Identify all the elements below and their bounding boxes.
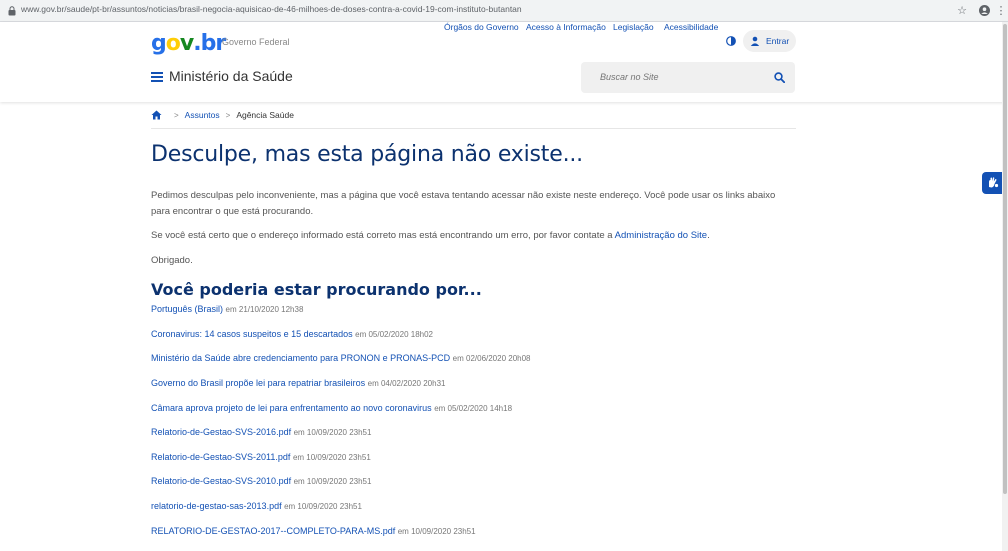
governo-federal-label: Governo Federal: [222, 37, 290, 47]
list-item: Relatorio-de-Gestao-SVS-2010.pdf em 10/0…: [151, 476, 371, 486]
contact-suffix: .: [707, 230, 710, 241]
result-date: em 10/09/2020 23h51: [284, 502, 362, 511]
site-header: gov.br Governo Federal Órgãos do Governo…: [0, 22, 1008, 102]
suggestions-heading: Você poderia estar procurando por...: [151, 280, 482, 299]
vlibras-accessibility-button[interactable]: [982, 172, 1004, 194]
link-acesso-informacao[interactable]: Acesso à Informação: [526, 22, 606, 32]
scrollbar-thumb[interactable]: [1003, 24, 1007, 494]
list-item: Português (Brasil) em 21/10/2020 12h38: [151, 304, 303, 314]
breadcrumb-agencia-saude: Agência Saúde: [236, 110, 294, 120]
result-link[interactable]: Relatorio-de-Gestao-SVS-2010.pdf: [151, 476, 291, 486]
result-link[interactable]: Governo do Brasil propõe lei para repatr…: [151, 378, 365, 388]
result-date: em 10/09/2020 23h51: [292, 453, 371, 462]
breadcrumb-assuntos[interactable]: Assuntos: [185, 110, 220, 120]
apology-paragraph: Pedimos desculpas pelo inconveniente, ma…: [151, 190, 776, 217]
result-date: em 10/09/2020 23h51: [293, 477, 372, 486]
sign-language-hands-icon: [989, 177, 999, 188]
link-legislacao[interactable]: Legislação: [613, 22, 654, 32]
result-link[interactable]: Ministério da Saúde abre credenciamento …: [151, 353, 450, 363]
result-date: em 05/02/2020 14h18: [434, 404, 513, 413]
divider: [151, 128, 796, 129]
result-link[interactable]: Relatorio-de-Gestao-SVS-2016.pdf: [151, 427, 291, 437]
list-item: Ministério da Saúde abre credenciamento …: [151, 353, 531, 363]
user-icon: [750, 36, 760, 46]
result-date: em 21/10/2020 12h38: [225, 305, 304, 314]
result-link[interactable]: Coronavirus: 14 casos suspeitos e 15 des…: [151, 329, 353, 339]
site-name[interactable]: Ministério da Saúde: [169, 68, 293, 84]
chevron-right-icon: >: [174, 110, 179, 120]
contrast-icon[interactable]: [726, 36, 736, 46]
result-link[interactable]: relatorio-de-gestao-sas-2013.pdf: [151, 501, 282, 511]
breadcrumb: > Assuntos > Agência Saúde: [151, 109, 294, 121]
govbr-logo[interactable]: gov.br: [151, 31, 226, 56]
url-text[interactable]: www.gov.br/saude/pt-br/assuntos/noticias…: [21, 4, 522, 14]
search-box: [581, 62, 795, 93]
contact-paragraph: Se você está certo que o endereço inform…: [151, 228, 796, 244]
page-title: Desculpe, mas esta página não existe...: [151, 142, 583, 167]
result-date: em 02/06/2020 20h08: [452, 354, 531, 363]
chevron-right-icon: >: [225, 110, 231, 120]
lock-icon: [8, 6, 16, 16]
list-item: Governo do Brasil propõe lei para repatr…: [151, 378, 445, 388]
list-item: Câmara aprova projeto de lei para enfren…: [151, 403, 512, 413]
browser-address-bar: www.gov.br/saude/pt-br/assuntos/noticias…: [0, 0, 1008, 22]
link-acessibilidade[interactable]: Acessibilidade: [664, 22, 718, 32]
list-item: RELATORIO-DE-GESTAO-2017--COMPLETO-PARA-…: [151, 526, 476, 536]
result-date: em 04/02/2020 20h31: [367, 379, 446, 388]
result-link[interactable]: Relatorio-de-Gestao-SVS-2011.pdf: [151, 452, 290, 462]
profile-icon[interactable]: [977, 3, 991, 17]
search-icon[interactable]: [774, 72, 785, 83]
admin-site-link[interactable]: Administração do Site: [615, 230, 707, 241]
result-link[interactable]: RELATORIO-DE-GESTAO-2017--COMPLETO-PARA-…: [151, 526, 395, 536]
list-item: Relatorio-de-Gestao-SVS-2011.pdf em 10/0…: [151, 452, 371, 462]
result-link[interactable]: Português (Brasil): [151, 304, 223, 314]
search-input[interactable]: [600, 72, 760, 82]
result-link[interactable]: Câmara aprova projeto de lei para enfren…: [151, 403, 432, 413]
link-orgaos-do-governo[interactable]: Órgãos do Governo: [444, 22, 519, 32]
home-icon[interactable]: [151, 110, 162, 120]
list-item: Relatorio-de-Gestao-SVS-2016.pdf em 10/0…: [151, 427, 371, 437]
more-menu-icon[interactable]: ⋮: [994, 3, 1008, 17]
list-item: Coronavirus: 14 casos suspeitos e 15 des…: [151, 329, 433, 339]
entrar-button[interactable]: Entrar: [743, 30, 796, 52]
list-item: relatorio-de-gestao-sas-2013.pdf em 10/0…: [151, 501, 362, 511]
entrar-label: Entrar: [766, 36, 790, 46]
result-date: em 05/02/2020 18h02: [355, 330, 433, 339]
contact-text: Se você está certo que o endereço inform…: [151, 230, 615, 241]
thanks-text: Obrigado.: [151, 255, 193, 266]
bookmark-star-icon[interactable]: ☆: [955, 3, 969, 17]
result-date: em 10/09/2020 23h51: [397, 527, 476, 536]
result-date: em 10/09/2020 23h51: [293, 428, 372, 437]
hamburger-menu-icon[interactable]: [151, 71, 163, 83]
